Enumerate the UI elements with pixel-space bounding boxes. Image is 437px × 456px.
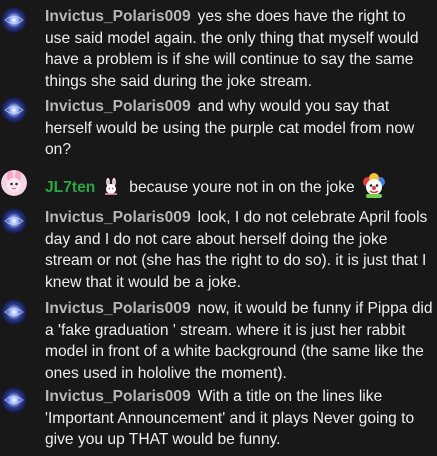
message-text: Invictus_Polaris009 and why would you say… [45, 96, 433, 161]
pink-character-avatar-icon [1, 170, 27, 196]
avatar[interactable] [1, 170, 27, 196]
galaxy-avatar-icon [1, 387, 27, 413]
message-text: Invictus_Polaris009 With a title on the l… [45, 386, 433, 451]
bunny-badge-icon [102, 178, 120, 196]
avatar[interactable] [1, 7, 27, 33]
message-text: JL7ten because youre not in on the joke [45, 173, 433, 199]
author-name[interactable]: Invictus_Polaris009 [45, 98, 191, 115]
message-text: Invictus_Polaris009 yes she does have the… [45, 6, 433, 92]
author-name[interactable]: Invictus_Polaris009 [45, 300, 191, 317]
author-name[interactable]: Invictus_Polaris009 [45, 388, 191, 405]
galaxy-avatar-icon [1, 208, 27, 234]
avatar[interactable] [1, 208, 27, 234]
galaxy-avatar-icon [1, 299, 27, 325]
message-body: because youre not in on the joke [129, 179, 355, 196]
chat-message-list: Invictus_Polaris009 yes she does have the… [0, 0, 437, 456]
avatar[interactable] [1, 299, 27, 325]
galaxy-avatar-icon [1, 97, 27, 123]
author-name[interactable]: JL7ten [45, 179, 95, 196]
avatar[interactable] [1, 97, 27, 123]
author-name[interactable]: Invictus_Polaris009 [45, 209, 191, 226]
galaxy-avatar-icon [1, 7, 27, 33]
avatar[interactable] [1, 387, 27, 413]
clown-emoji-icon [361, 173, 387, 199]
message-text: Invictus_Polaris009 now, it would be funn… [45, 298, 433, 384]
author-name[interactable]: Invictus_Polaris009 [45, 8, 191, 25]
message-text: Invictus_Polaris009 look, I do not celebr… [45, 207, 433, 293]
